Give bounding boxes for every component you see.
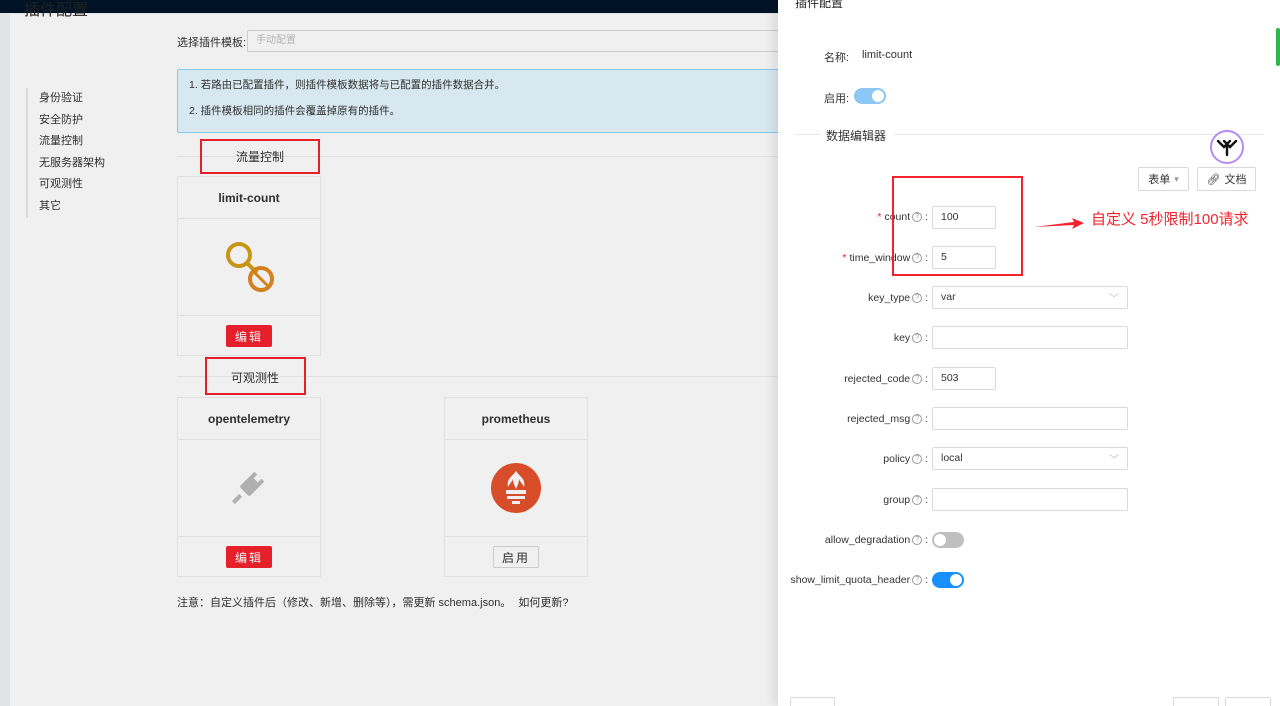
group-input[interactable] bbox=[932, 488, 1128, 511]
rejected-code-label: rejected_code? : bbox=[844, 373, 928, 385]
help-icon: ? bbox=[912, 333, 923, 344]
policy-label: policy? : bbox=[883, 453, 928, 465]
divider bbox=[794, 134, 820, 135]
allow-degradation-switch[interactable] bbox=[932, 532, 964, 548]
help-icon: ? bbox=[912, 495, 923, 506]
drawer-title: 插件配置 bbox=[795, 0, 844, 10]
key-label: key? : bbox=[893, 332, 928, 344]
key-type-label: key_type? : bbox=[868, 292, 928, 304]
link-icon: 🔗︎ bbox=[1206, 173, 1221, 186]
enable-switch[interactable] bbox=[854, 88, 886, 104]
help-icon: ? bbox=[912, 374, 923, 385]
group-label: group? : bbox=[883, 494, 928, 506]
chevron-down-icon: ▾ bbox=[1174, 173, 1179, 184]
rejected-msg-input[interactable] bbox=[932, 407, 1128, 430]
highlight-box bbox=[892, 176, 1023, 276]
help-icon: ? bbox=[912, 454, 923, 465]
docs-button[interactable]: 🔗︎ 文档 bbox=[1197, 167, 1256, 191]
help-icon: ? bbox=[912, 414, 923, 425]
form-mode-label: 表单 bbox=[1148, 174, 1171, 186]
show-limit-quota-header-label: show_limit_quota_header? : bbox=[790, 574, 928, 586]
rejected-code-input[interactable]: 503 bbox=[932, 367, 996, 390]
key-type-select[interactable]: var ﹀ bbox=[932, 286, 1128, 309]
drawer-mask[interactable] bbox=[0, 0, 778, 706]
annotation-text: 自定义 5秒限制100请求 bbox=[1091, 211, 1249, 228]
name-label: 名称: bbox=[824, 52, 850, 64]
chevron-down-icon: ﹀ bbox=[1109, 294, 1119, 305]
arrow-annotation bbox=[1034, 218, 1084, 229]
chevron-down-icon: ﹀ bbox=[1109, 455, 1119, 466]
footer-button[interactable] bbox=[1225, 697, 1271, 706]
key-input[interactable] bbox=[932, 326, 1128, 349]
rejected-msg-label: rejected_msg? : bbox=[847, 413, 928, 425]
footer-button[interactable] bbox=[1173, 697, 1219, 706]
footer-button[interactable] bbox=[790, 697, 835, 706]
docs-label: 文档 bbox=[1224, 174, 1247, 186]
enable-label: 启用: bbox=[824, 93, 850, 105]
allow-degradation-label: allow_degradation? : bbox=[824, 534, 928, 546]
form-mode-select[interactable]: 表单 ▾ bbox=[1138, 167, 1189, 191]
scrollbar-thumb[interactable] bbox=[1276, 28, 1280, 66]
divider bbox=[894, 134, 1264, 135]
data-editor-title: 数据编辑器 bbox=[826, 129, 887, 143]
show-limit-quota-header-switch[interactable] bbox=[932, 572, 964, 588]
assistant-logo-icon[interactable] bbox=[1210, 130, 1244, 164]
help-icon: ? bbox=[912, 575, 923, 586]
name-value: limit-count bbox=[862, 49, 913, 61]
help-icon: ? bbox=[912, 535, 923, 546]
plugin-config-drawer: 插件配置 名称: limit-count 启用: 数据编辑器 表单 ▾ 🔗︎ 文… bbox=[778, 0, 1280, 706]
policy-select[interactable]: local ﹀ bbox=[932, 447, 1128, 470]
help-icon: ? bbox=[912, 293, 923, 304]
